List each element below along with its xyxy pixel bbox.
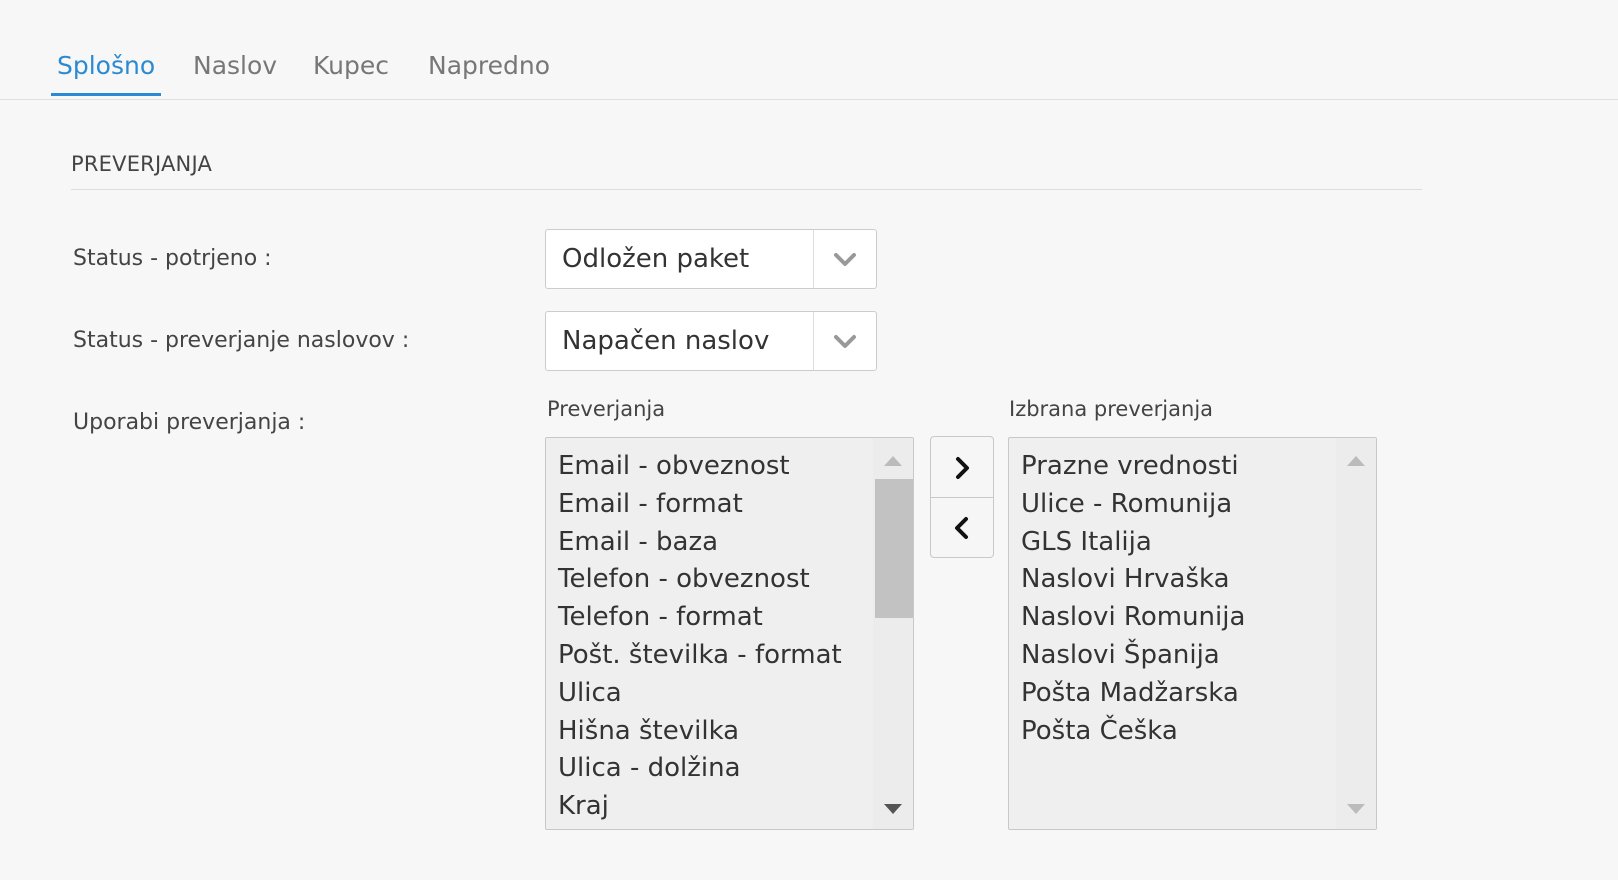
status-address-check-label: Status - preverjanje naslovov : bbox=[73, 328, 410, 353]
list-item[interactable]: Ulica bbox=[558, 675, 913, 713]
chevron-down-icon bbox=[834, 335, 856, 348]
list-item[interactable]: Naslovi Romunija bbox=[1021, 599, 1376, 637]
status-confirmed-value: Odložen paket bbox=[562, 244, 750, 274]
available-list-scrollbar[interactable] bbox=[873, 438, 913, 829]
list-item[interactable]: Hišna številka bbox=[558, 713, 913, 751]
list-item[interactable]: Ulice - Romunija bbox=[1021, 486, 1376, 524]
selected-checks-list[interactable]: Prazne vrednosti Ulice - Romunija GLS It… bbox=[1008, 437, 1377, 830]
list-item[interactable]: GLS Italija bbox=[1021, 524, 1376, 562]
tab-splosno[interactable]: Splošno bbox=[51, 47, 162, 96]
list-item[interactable]: Email - obveznost bbox=[558, 448, 913, 486]
list-item[interactable]: Pošta Češka bbox=[1021, 713, 1376, 751]
move-right-button[interactable] bbox=[931, 437, 993, 498]
transfer-buttons bbox=[930, 436, 994, 558]
tab-kupec[interactable]: Kupec bbox=[307, 47, 395, 93]
section-divider bbox=[71, 189, 1422, 190]
available-checks-caption: Preverjanja bbox=[547, 397, 666, 421]
chevron-right-icon bbox=[956, 457, 969, 479]
list-item[interactable]: Pošt. številka - format bbox=[558, 637, 913, 675]
triangle-up-icon[interactable] bbox=[1346, 455, 1366, 467]
list-item[interactable]: Telefon - obveznost bbox=[558, 561, 913, 599]
move-left-button[interactable] bbox=[931, 497, 993, 557]
list-item[interactable]: Pošta Madžarska bbox=[1021, 675, 1376, 713]
selected-checks-caption: Izbrana preverjanja bbox=[1009, 397, 1214, 421]
chevron-left-icon bbox=[955, 517, 968, 539]
list-item[interactable]: Prazne vrednosti bbox=[1021, 448, 1376, 486]
triangle-down-icon[interactable] bbox=[883, 803, 903, 815]
list-item[interactable]: Telefon - format bbox=[558, 599, 913, 637]
list-item[interactable]: Naslovi Hrvaška bbox=[1021, 561, 1376, 599]
list-item[interactable]: Email - baza bbox=[558, 524, 913, 562]
use-checks-label: Uporabi preverjanja : bbox=[73, 410, 306, 435]
status-address-check-select[interactable]: Napačen naslov bbox=[545, 311, 877, 371]
list-item[interactable]: Kraj bbox=[558, 788, 913, 826]
chevron-down-icon bbox=[834, 253, 856, 266]
status-address-check-dropdown-button[interactable] bbox=[813, 312, 876, 370]
status-confirmed-select[interactable]: Odložen paket bbox=[545, 229, 877, 289]
list-item[interactable]: Naslovi Španija bbox=[1021, 637, 1376, 675]
status-address-check-value: Napačen naslov bbox=[562, 326, 770, 356]
scrollbar-thumb[interactable] bbox=[875, 479, 913, 618]
status-confirmed-dropdown-button[interactable] bbox=[813, 230, 876, 288]
triangle-up-icon[interactable] bbox=[883, 455, 903, 467]
selected-list-scrollbar[interactable] bbox=[1336, 438, 1376, 829]
tab-bar: Splošno Naslov Kupec Napredno bbox=[0, 0, 1618, 100]
section-title: PREVERJANJA bbox=[71, 152, 213, 176]
triangle-down-icon[interactable] bbox=[1346, 803, 1366, 815]
list-item[interactable]: Ulica - dolžina bbox=[558, 750, 913, 788]
status-confirmed-label: Status - potrjeno : bbox=[73, 246, 272, 271]
list-item[interactable]: Email - format bbox=[558, 486, 913, 524]
available-checks-list[interactable]: Email - obveznost Email - format Email -… bbox=[545, 437, 914, 830]
tab-naslov[interactable]: Naslov bbox=[187, 47, 283, 93]
tab-napredno[interactable]: Napredno bbox=[422, 47, 556, 93]
